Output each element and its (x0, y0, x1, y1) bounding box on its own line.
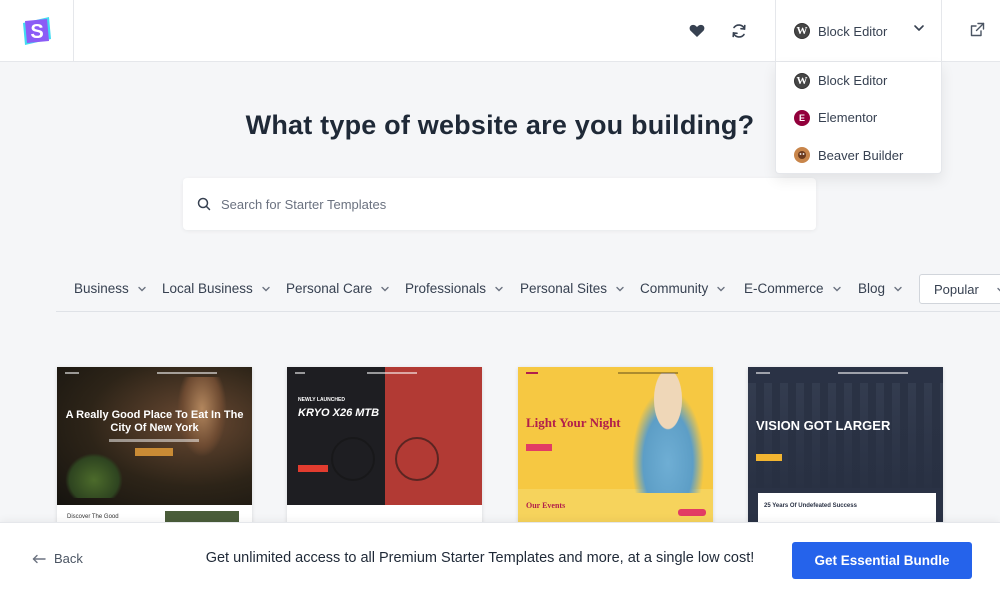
builder-option-elementor[interactable]: E Elementor (776, 99, 941, 136)
thumbnail-panel (385, 367, 482, 505)
builder-option-block-editor[interactable]: W Block Editor (776, 62, 941, 99)
starter-templates-logo[interactable]: S (19, 13, 55, 49)
chevron-down-icon (616, 286, 624, 291)
svg-text:S: S (30, 21, 43, 43)
chevron-down-icon (997, 287, 1000, 292)
thumbnail-kicker: NEWLY LAUNCHED (298, 397, 345, 403)
category-label: Blog (858, 281, 886, 296)
elementor-icon: E (794, 109, 810, 126)
category-e-commerce[interactable]: E-Commerce (744, 281, 842, 296)
thumbnail-headline: A Really Good Place To Eat In The City O… (65, 409, 244, 434)
template-thumbnail: Light Your Night Our Events (518, 367, 713, 527)
builder-option-beaver-builder[interactable]: Beaver Builder (776, 137, 941, 174)
thumbnail-nav (618, 372, 678, 374)
refresh-icon[interactable] (725, 17, 753, 45)
bike-wheel (331, 437, 375, 481)
wordpress-icon: W (794, 72, 810, 89)
chevron-down-icon (138, 286, 146, 291)
category-filter-bar: Business Local Business Personal Care Pr… (56, 274, 1000, 312)
category-professionals[interactable]: Professionals (405, 281, 504, 296)
template-card[interactable]: VISION GOT LARGER 25 Years Of Undefeated… (748, 367, 943, 527)
builder-option-label: Beaver Builder (818, 147, 904, 163)
category-label: Community (640, 281, 709, 296)
category-label: Business (74, 281, 129, 296)
heart-icon[interactable] (683, 17, 711, 45)
template-card[interactable]: A Really Good Place To Eat In The City O… (57, 367, 252, 527)
thumbnail-nav (65, 372, 79, 374)
thumbnail-nav (157, 372, 217, 374)
category-label: Local Business (162, 281, 253, 296)
thumbnail-headline: VISION GOT LARGER (756, 418, 891, 433)
thumbnail-headline: KRYO X26 MTB (298, 407, 380, 419)
template-card[interactable]: NEWLY LAUNCHED KRYO X26 MTB (287, 367, 482, 527)
thumbnail-stat: 25 Years Of Undefeated Success (764, 503, 857, 509)
template-thumbnail: A Really Good Place To Eat In The City O… (57, 367, 252, 505)
category-label: E-Commerce (744, 281, 824, 296)
thumbnail-nav (838, 372, 908, 374)
category-label: Personal Sites (520, 281, 608, 296)
thumbnail-nav (756, 372, 770, 374)
chevron-down-icon (717, 286, 725, 291)
page-builder-select[interactable]: W Block Editor (775, 0, 942, 62)
sort-selected-label: Popular (934, 281, 979, 297)
template-thumbnail: VISION GOT LARGER 25 Years Of Undefeated… (748, 367, 943, 527)
wordpress-icon: W (794, 23, 810, 39)
chevron-down-icon (832, 286, 841, 291)
builder-option-label: Elementor (818, 110, 878, 126)
thumbnail-caption: Discover The Good (67, 514, 119, 520)
thumbnail-button (298, 465, 328, 472)
thumbnail-nav (526, 372, 538, 374)
builder-selected-label: Block Editor (818, 23, 888, 39)
template-card[interactable]: Light Your Night Our Events (518, 367, 713, 527)
thumbnail-button (678, 509, 706, 516)
thumbnail-button (756, 454, 782, 461)
thumbnail-nav (367, 372, 417, 374)
beaver-builder-icon (794, 147, 810, 164)
category-business[interactable]: Business (74, 281, 147, 296)
category-community[interactable]: Community (640, 281, 726, 296)
thumbnail-photo (624, 373, 712, 493)
chevron-down-icon (495, 286, 503, 291)
app-header: S W Block Editor (0, 0, 1000, 62)
thumbnail-section-title: Our Events (526, 501, 566, 510)
get-essential-bundle-button[interactable]: Get Essential Bundle (792, 542, 972, 579)
external-link-icon[interactable] (962, 14, 992, 44)
thumbnail-photo (65, 453, 123, 498)
category-label: Professionals (405, 281, 487, 296)
category-local-business[interactable]: Local Business (162, 281, 271, 296)
search-input[interactable] (221, 196, 781, 212)
sort-select[interactable]: Popular (919, 274, 1000, 304)
template-thumbnail: NEWLY LAUNCHED KRYO X26 MTB (287, 367, 482, 505)
builder-option-label: Block Editor (818, 73, 888, 89)
category-label: Personal Care (286, 281, 373, 296)
chevron-down-icon (914, 25, 924, 31)
thumbnail-nav (295, 372, 305, 374)
thumbnail-button (135, 448, 173, 456)
category-blog[interactable]: Blog (858, 281, 903, 296)
builder-dropdown-menu: W Block Editor E Elementor Beaver Builde… (775, 62, 942, 174)
footer-bar: Back Get unlimited access to all Premium… (0, 522, 1000, 589)
chevron-down-icon (381, 286, 389, 291)
chevron-down-icon (894, 286, 902, 291)
thumbnail-subtext (109, 439, 199, 442)
category-personal-care[interactable]: Personal Care (286, 281, 390, 296)
search-bar (183, 178, 816, 230)
search-icon (197, 197, 211, 211)
thumbnail-button (526, 444, 552, 451)
bike-wheel (395, 437, 439, 481)
chevron-down-icon (262, 286, 270, 291)
category-personal-sites[interactable]: Personal Sites (520, 281, 625, 296)
thumbnail-headline: Light Your Night (526, 415, 621, 430)
thumbnail-photo (748, 383, 943, 488)
logo-container: S (0, 0, 74, 62)
